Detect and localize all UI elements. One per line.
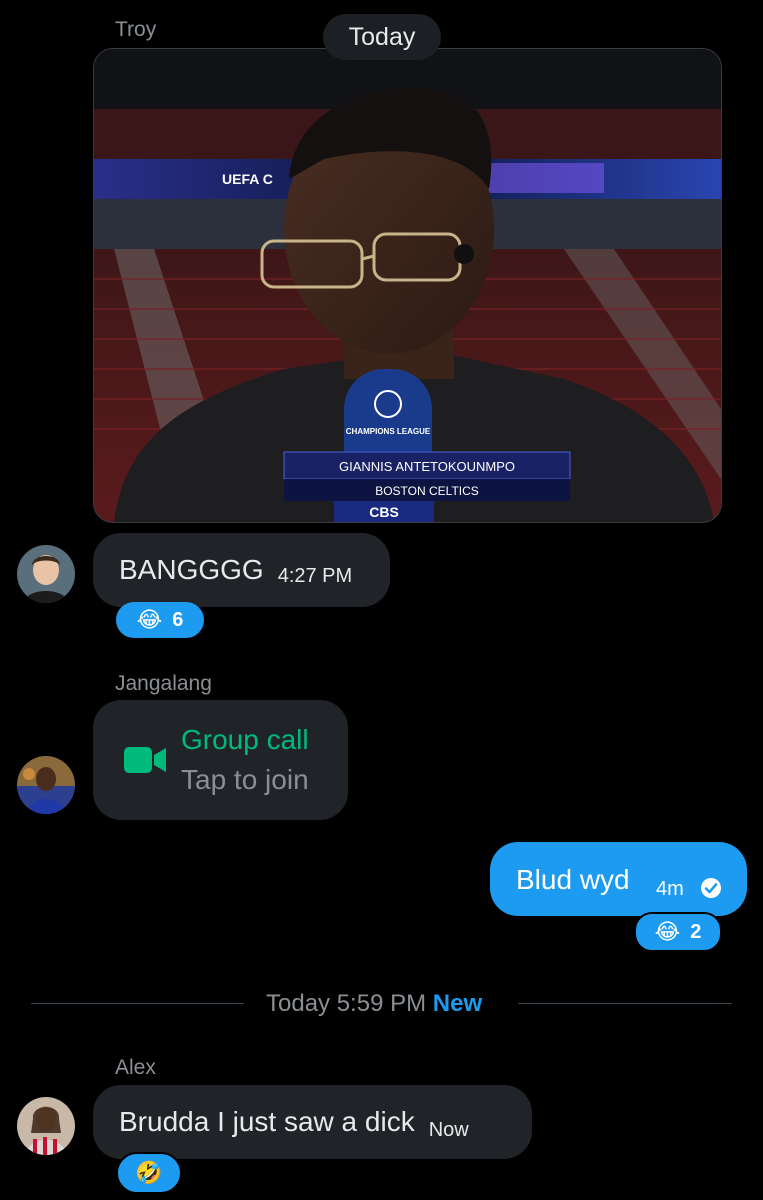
divider-line-left [31, 1003, 244, 1004]
message-time: 4:27 PM [277, 564, 353, 587]
sender-name-jangalang: Jangalang [115, 672, 212, 695]
rofl-emoji-icon: 🤣 [135, 1160, 163, 1185]
new-badge: New [432, 990, 483, 1017]
divider-line-right [518, 1003, 732, 1004]
sender-name-alex: Alex [115, 1056, 156, 1079]
group-call-card[interactable]: Group call Tap to join [93, 700, 348, 820]
message-text-outgoing: Blud wyd [516, 864, 630, 895]
avatar-troy-image [17, 545, 75, 603]
video-camera-icon [124, 745, 166, 775]
lower-third-team: BOSTON CELTICS [375, 484, 479, 498]
avatar-troy[interactable] [17, 545, 75, 603]
group-call-title: Group call [181, 724, 309, 755]
message-bubble-troy[interactable]: BANGGGG 4:27 PM [93, 533, 390, 607]
message-bubble-alex[interactable]: Brudda I just saw a dick Now [93, 1085, 532, 1159]
interview-photo: UEFA C CHAMPIONS LEAGUE GIANNIS ANTETOKO… [94, 49, 721, 522]
message-bubble-outgoing[interactable]: Blud wyd 4m [490, 842, 747, 916]
message-time-outgoing: 4m [656, 878, 684, 900]
reaction-laugh-outgoing[interactable]: 😂 2 [634, 912, 722, 952]
sender-name-troy: Troy [115, 18, 157, 41]
reaction-laugh[interactable]: 😂 6 [116, 602, 204, 638]
avatar-alex[interactable] [17, 1097, 75, 1155]
lower-third-name: GIANNIS ANTETOKOUNMPO [339, 459, 515, 474]
message-text: BANGGGG [119, 554, 264, 585]
avatar-jangalang[interactable] [17, 756, 75, 814]
message-time: Now [428, 1118, 469, 1141]
laughing-emoji-icon: 😂 [654, 919, 681, 944]
image-attachment[interactable]: UEFA C CHAMPIONS LEAGUE GIANNIS ANTETOKO… [93, 48, 722, 523]
new-messages-divider: Today 5:59 PM New [266, 990, 482, 1018]
reaction-count: 6 [172, 608, 184, 631]
date-header: Today [323, 14, 441, 60]
check-circle-icon [700, 877, 722, 899]
laughing-emoji-icon: 😂 [136, 607, 163, 632]
divider-timestamp: Today 5:59 PM [266, 990, 427, 1017]
message-text: Brudda I just saw a dick [119, 1106, 415, 1137]
reaction-count: 2 [690, 920, 702, 943]
avatar-alex-image [17, 1097, 75, 1155]
uefa-banner-text: UEFA C [222, 171, 273, 187]
reaction-rofl[interactable]: 🤣 [116, 1152, 182, 1194]
mic-text: CHAMPIONS LEAGUE [346, 427, 431, 436]
network-logo: CBS [369, 504, 399, 520]
group-call-subtitle: Tap to join [181, 764, 309, 795]
avatar-jangalang-image [17, 756, 75, 814]
